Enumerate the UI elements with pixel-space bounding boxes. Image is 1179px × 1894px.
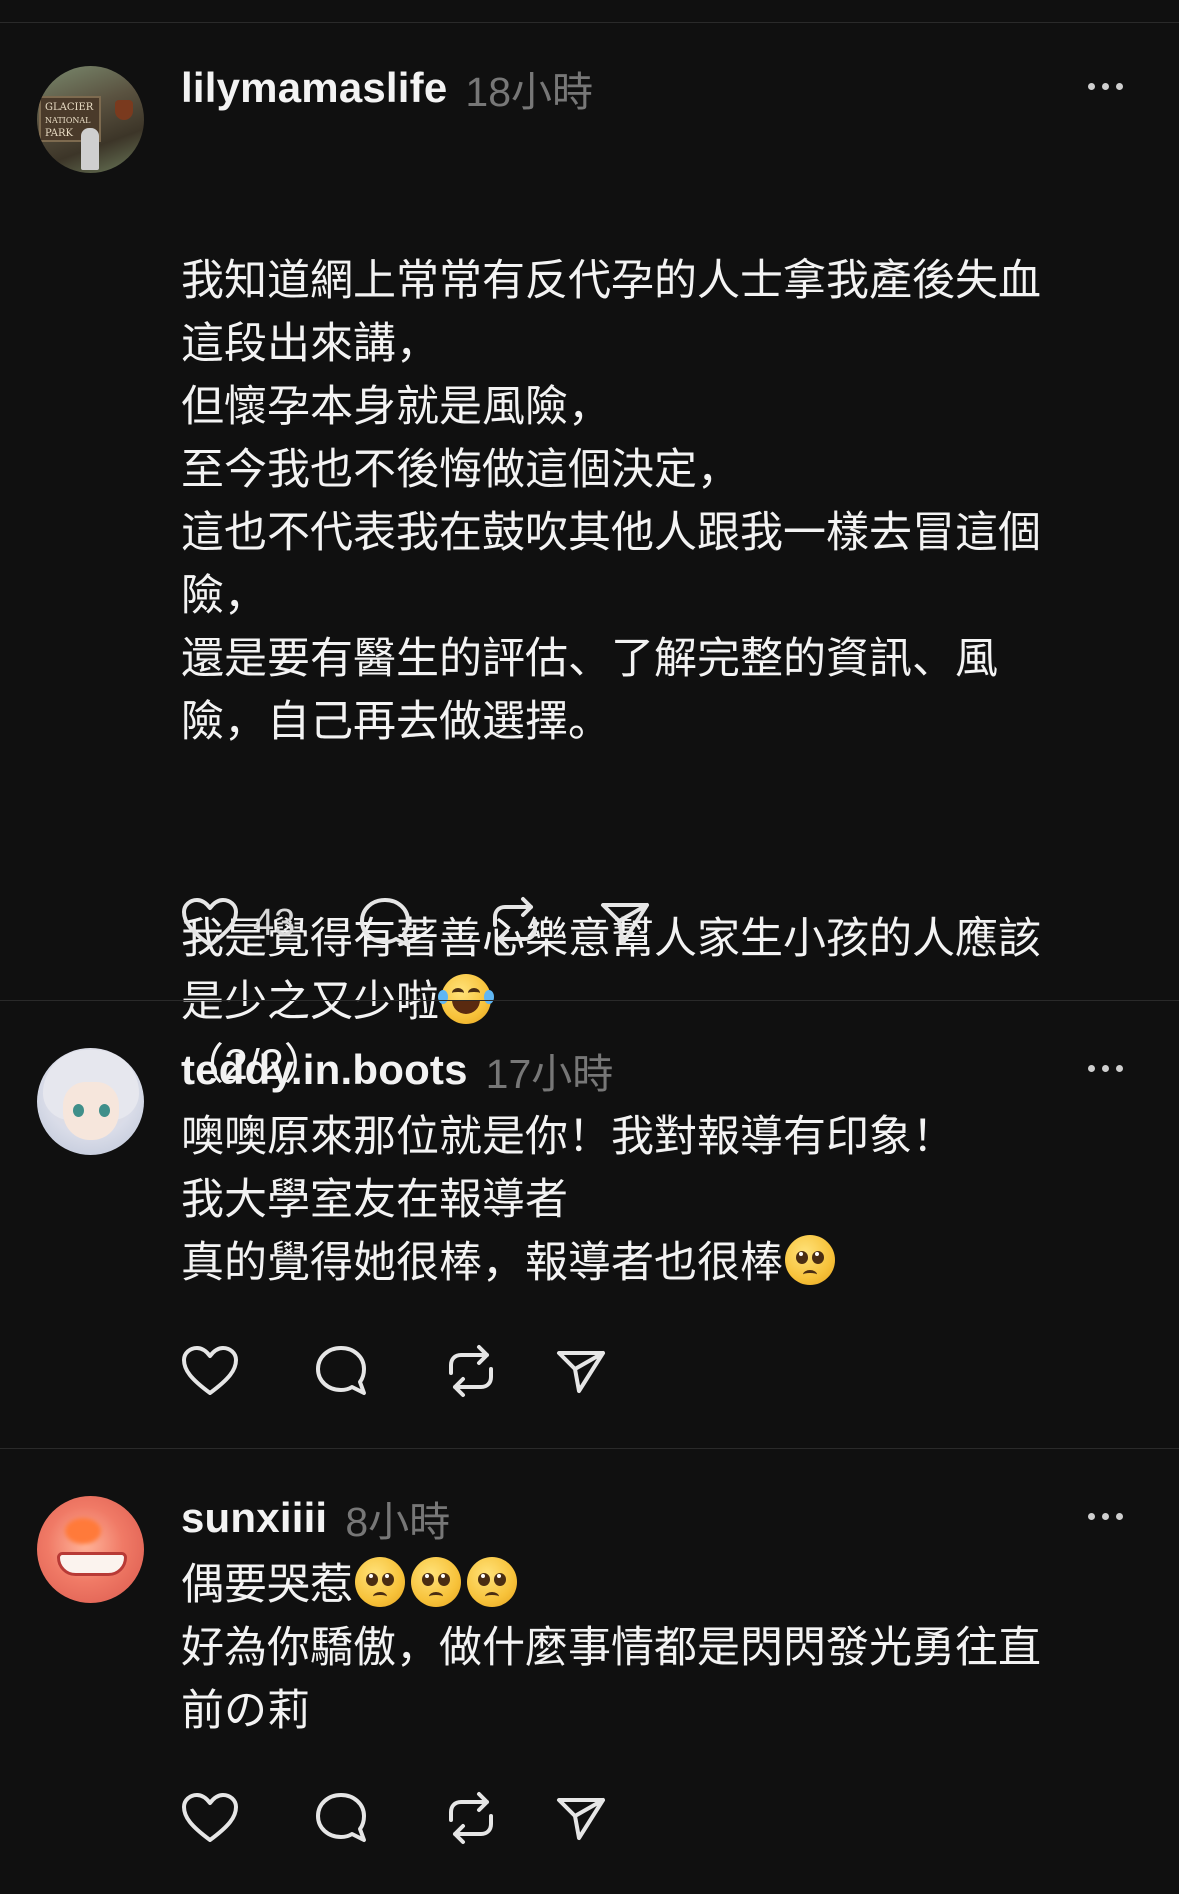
pleading-face-icon [785,1235,835,1285]
face-with-tears-of-joy-icon [438,974,494,1024]
like-button[interactable] [181,1788,239,1848]
reply-button[interactable] [313,1341,369,1401]
username[interactable]: lilymamaslife [181,64,447,112]
repost-icon [449,1792,493,1844]
like-count: 43 [253,901,296,944]
share-button[interactable] [597,893,653,953]
repost-button[interactable] [487,893,543,953]
pleading-face-icon [411,1557,461,1607]
username[interactable]: sunxiiii [181,1494,327,1542]
send-icon [557,1798,605,1840]
comment-bubble-icon [316,1346,366,1395]
post-header: lilymamaslife 18小時 [181,62,1123,115]
repost-icon [449,1345,493,1397]
share-button[interactable] [553,1788,609,1848]
username[interactable]: teddy.in.boots [181,1046,468,1094]
heart-icon [182,1793,238,1842]
pleading-face-icon [355,1557,405,1607]
comment-bubble-icon [316,1793,366,1842]
avatar[interactable] [37,1496,144,1603]
post-actions [181,1341,609,1401]
post-text: 偶要哭惹 好為你驕傲，做什麼事情都是閃閃發光勇往直 前の莉 [181,1554,1121,1743]
like-button[interactable] [181,1341,239,1401]
more-icon[interactable] [1075,1052,1135,1084]
avatar-badge [115,100,133,120]
avatar-person [81,128,99,170]
reply-button[interactable] [357,893,413,953]
like-button[interactable]: 43 [181,893,295,953]
post-divider [0,1448,1179,1449]
comment-bubble-icon [360,898,411,947]
post-header: sunxiiii 8小時 [181,1492,1123,1545]
more-icon[interactable] [1075,1500,1135,1532]
repost-icon [493,897,538,949]
send-icon [557,1351,605,1393]
post-actions: 43 [181,893,653,953]
send-icon [601,903,650,945]
post-time: 8小時 [345,1499,451,1545]
repost-button[interactable] [443,1788,499,1848]
post-time: 17小時 [485,1051,614,1097]
heart-icon [182,1346,238,1395]
post-text: 噢噢原來那位就是你！我對報導有印象！ 我大學室友在報導者 真的覺得她很棒，報導者… [181,1113,955,1287]
post-header: teddy.in.boots 17小時 [181,1044,1123,1097]
repost-button[interactable] [443,1341,499,1401]
avatar[interactable] [37,1048,144,1155]
share-button[interactable] [553,1341,609,1401]
reply-button[interactable] [313,1788,369,1848]
top-divider [0,22,1179,23]
post-actions [181,1788,609,1848]
post-divider [0,1000,1179,1001]
heart-icon [182,898,238,947]
avatar[interactable]: GLACIER NATIONAL PARK [37,66,144,173]
pleading-face-icon [467,1557,517,1607]
post-time: 18小時 [465,69,594,115]
more-icon[interactable] [1075,70,1135,102]
post-paragraph: 我知道網上常常有反代孕的人士拿我產後失血 這段出來講， 但懷孕本身就是風險， 至… [181,257,1041,746]
